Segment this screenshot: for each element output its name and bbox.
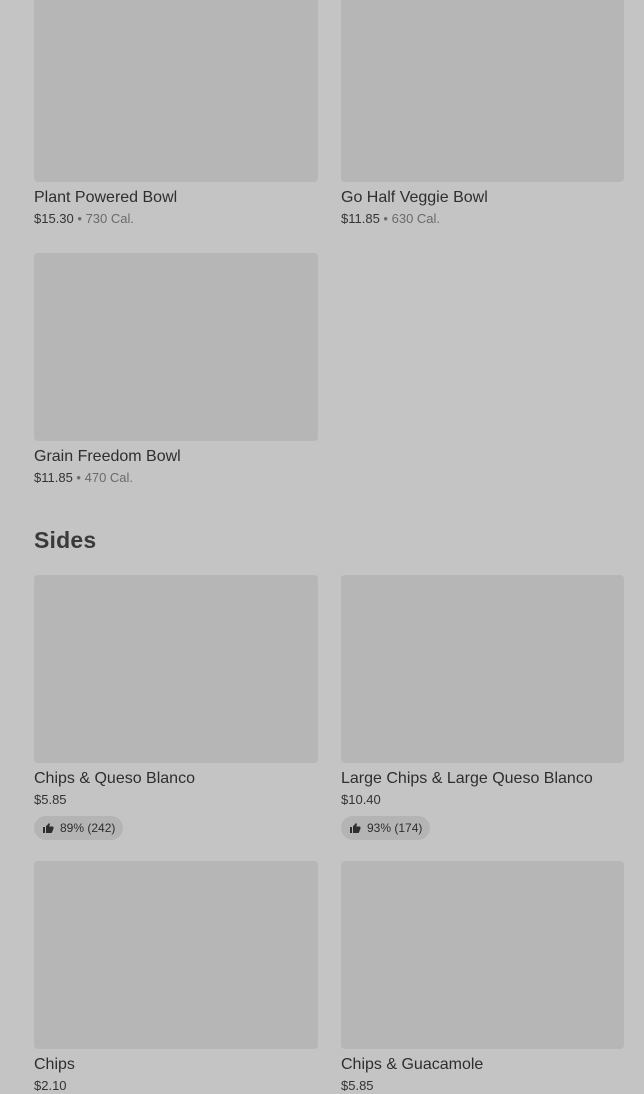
item-price: $11.85 — [341, 211, 380, 226]
item-price: $5.85 — [34, 792, 67, 807]
item-name: Chips & Guacamole — [341, 1056, 484, 1073]
item-price-calories: $15.30 • 730 Cal. — [34, 211, 318, 227]
menu-item-grain-freedom-bowl[interactable]: Grain Freedom Bowl $11.85 • 470 Cal. — [34, 253, 318, 486]
menu-item-chips[interactable]: Chips $2.10 — [34, 861, 318, 1094]
item-price: $15.30 — [34, 211, 74, 226]
thumbs-up-icon — [349, 822, 361, 834]
menu-item-plant-powered-bowl[interactable]: Plant Powered Bowl $15.30 • 730 Cal. — [34, 0, 318, 227]
item-image[interactable] — [341, 861, 624, 1049]
item-name: Grain Freedom Bowl — [34, 448, 181, 465]
menu-item-large-chips-large-queso-blanco[interactable]: Large Chips & Large Queso Blanco $10.40 … — [341, 575, 624, 840]
item-image[interactable] — [341, 575, 624, 763]
item-price: $10.40 — [341, 792, 381, 807]
item-price: $2.10 — [34, 1078, 67, 1093]
item-calories: 730 Cal. — [85, 211, 134, 226]
item-name: Go Half Veggie Bowl — [341, 189, 488, 206]
rating-badge: 93% (174) — [341, 816, 431, 840]
item-name: Chips — [34, 1056, 75, 1073]
item-calories: 630 Cal. — [391, 211, 441, 226]
menu-item-chips-guacamole[interactable]: Chips & Guacamole $5.85 — [341, 861, 624, 1094]
item-name: Plant Powered Bowl — [34, 189, 178, 206]
thumbs-up-icon — [42, 822, 54, 834]
rating-text: 89% (242) — [60, 821, 116, 835]
item-image[interactable] — [34, 253, 318, 441]
rating-badge: 89% (242) — [34, 816, 124, 840]
section-title-sides: Sides — [34, 527, 97, 553]
separator-dot: • — [76, 470, 81, 485]
separator-dot: • — [77, 211, 82, 226]
item-name: Large Chips & Large Queso Blanco — [341, 770, 593, 787]
menu-item-go-half-veggie-bowl[interactable]: Go Half Veggie Bowl $11.85 • 630 Cal. — [341, 0, 624, 227]
item-calories: 470 Cal. — [84, 470, 134, 485]
item-image[interactable] — [341, 0, 624, 182]
menu-item-chips-queso-blanco[interactable]: Chips & Queso Blanco $5.85 89% (242) — [34, 575, 318, 840]
item-image[interactable] — [34, 861, 318, 1049]
item-image[interactable] — [34, 0, 318, 182]
item-price: $11.85 — [34, 470, 73, 485]
rating-text: 93% (174) — [367, 821, 423, 835]
item-name: Chips & Queso Blanco — [34, 770, 195, 787]
item-image[interactable] — [34, 575, 318, 763]
item-price-calories: $11.85 • 630 Cal. — [341, 211, 624, 227]
separator-dot: • — [383, 211, 388, 226]
item-price: $5.85 — [341, 1078, 374, 1093]
item-price-calories: $11.85 • 470 Cal. — [34, 470, 318, 486]
